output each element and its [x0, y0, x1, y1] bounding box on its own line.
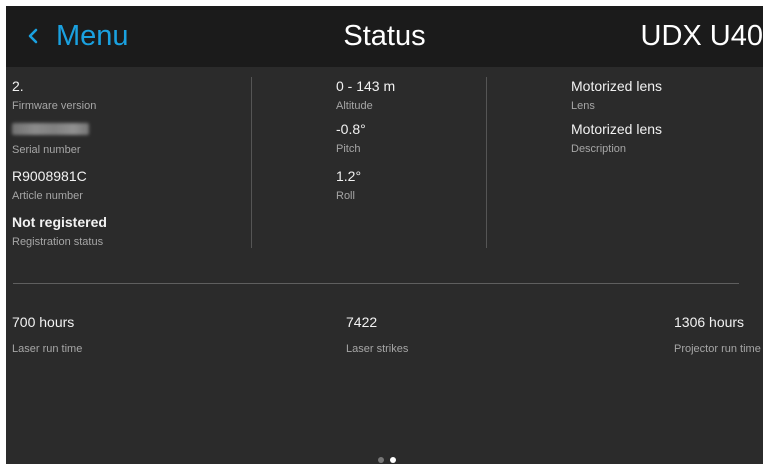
column-divider — [251, 77, 252, 248]
lens-value: Motorized lens — [571, 78, 663, 94]
projector-run-time-label: Projector run time — [674, 343, 761, 355]
altitude-label: Altitude — [336, 100, 373, 112]
article-number-item: R9008981C Article number — [12, 167, 87, 203]
status-screen: Menu Status UDX U40 2. Firmware version … — [6, 6, 763, 464]
projector-model: UDX U40 — [640, 20, 763, 52]
laser-strikes-label: Laser strikes — [346, 343, 409, 355]
page-dot-2-active[interactable] — [390, 457, 396, 463]
laser-strikes-value: 7422 — [346, 314, 378, 330]
article-number-value: R9008981C — [12, 168, 87, 184]
pitch-item: -0.8° Pitch — [336, 120, 366, 156]
firmware-version-item: 2. Firmware version — [12, 77, 96, 113]
serial-number-item: Serial number — [12, 120, 89, 157]
roll-item: 1.2° Roll — [336, 167, 361, 203]
pitch-value: -0.8° — [336, 121, 366, 137]
description-item: Motorized lens Description — [571, 120, 662, 156]
laser-strikes-item: 7422 Laser strikes — [346, 313, 408, 356]
projector-run-time-item: 1306 hours Projector run time — [674, 313, 761, 356]
section-divider — [13, 283, 739, 284]
description-value: Motorized lens — [571, 121, 663, 137]
altitude-item: 0 - 143 m Altitude — [336, 77, 395, 113]
page-dot-1[interactable] — [378, 457, 384, 463]
firmware-version-label: Firmware version — [12, 100, 97, 112]
registration-status-item: Not registered Registration status — [12, 213, 107, 249]
laser-run-time-item: 700 hours Laser run time — [12, 313, 82, 356]
roll-label: Roll — [336, 190, 355, 202]
pitch-label: Pitch — [336, 143, 361, 155]
article-number-label: Article number — [12, 190, 83, 202]
serial-number-label: Serial number — [12, 144, 81, 156]
projector-run-time-value: 1306 hours — [674, 314, 745, 330]
serial-number-value — [12, 120, 89, 139]
laser-run-time-value: 700 hours — [12, 314, 75, 330]
description-label: Description — [571, 143, 627, 155]
laser-run-time-label: Laser run time — [12, 343, 83, 355]
altitude-value: 0 - 143 m — [336, 78, 396, 94]
column-divider — [486, 77, 487, 248]
redacted-serial-blur — [12, 123, 89, 135]
page-indicator — [378, 457, 396, 463]
registration-status-label: Registration status — [12, 236, 104, 248]
lens-label: Lens — [571, 100, 595, 112]
firmware-version-value: 2. — [12, 78, 24, 94]
registration-status-value: Not registered — [12, 214, 107, 230]
lens-item: Motorized lens Lens — [571, 77, 662, 113]
roll-value: 1.2° — [336, 168, 362, 184]
header-bar: Menu Status UDX U40 — [6, 6, 763, 67]
